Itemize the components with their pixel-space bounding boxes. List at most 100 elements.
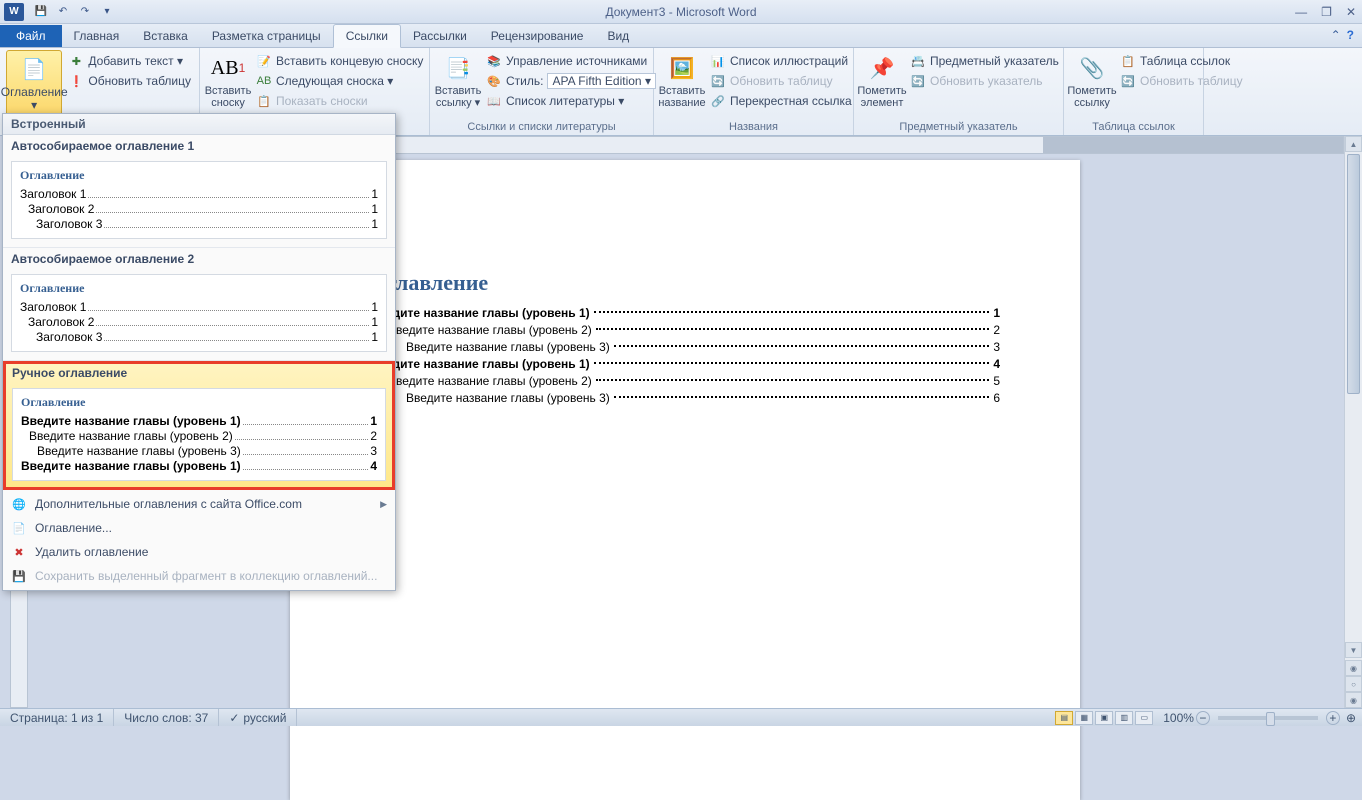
tab-references[interactable]: Ссылки <box>333 24 401 48</box>
tab-view[interactable]: Вид <box>595 25 641 47</box>
manage-sources-icon: 📚 <box>486 53 502 69</box>
update-index-button: 🔄Обновить указатель <box>908 72 1061 90</box>
view-web-button[interactable]: ▣ <box>1095 711 1113 725</box>
proofing-icon: ✓ <box>229 711 239 725</box>
gallery-item-manual[interactable]: Ручное оглавление Оглавление Введите наз… <box>3 361 395 490</box>
qat-redo-icon[interactable]: ↷ <box>76 3 94 21</box>
mark-entry-button[interactable]: 📌 Пометить элемент <box>860 50 904 118</box>
next-footnote-icon: AB <box>256 73 272 89</box>
tab-home[interactable]: Главная <box>62 25 132 47</box>
zoom-out-button[interactable]: − <box>1196 711 1210 725</box>
update-toc-button[interactable]: ❗Обновить таблицу <box>66 72 193 90</box>
qat-undo-icon[interactable]: ↶ <box>54 3 72 21</box>
insert-endnote-button[interactable]: 📝Вставить концевую сноску <box>254 52 425 70</box>
gallery-preview-auto2: Оглавление Заголовок 11Заголовок 21Загол… <box>11 274 387 352</box>
help-icon[interactable]: ? <box>1347 28 1354 42</box>
caption-icon: 🖼️ <box>666 52 698 84</box>
scroll-down-icon[interactable]: ▼ <box>1345 642 1362 658</box>
file-tab[interactable]: Файл <box>0 25 62 47</box>
refresh-icon: ❗ <box>68 73 84 89</box>
next-footnote-button[interactable]: ABСледующая сноска ▾ <box>254 72 425 90</box>
toc-label: Оглавление <box>1 85 68 99</box>
gallery-custom-toc[interactable]: 📄Оглавление... <box>3 516 395 540</box>
insert-caption-button[interactable]: 🖼️ Вставить название <box>660 50 704 118</box>
qat-customize-icon[interactable]: ▾ <box>98 3 116 21</box>
mark-citation-button[interactable]: 📎 Пометить ссылку <box>1070 50 1114 118</box>
gallery-more-office[interactable]: 🌐Дополнительные оглавления с сайта Offic… <box>3 492 395 516</box>
gallery-builtin-header: Встроенный <box>3 114 395 135</box>
view-draft-button[interactable]: ▭ <box>1135 711 1153 725</box>
manage-sources-button[interactable]: 📚Управление источниками <box>484 52 658 70</box>
table-of-figures-button[interactable]: 📊Список иллюстраций <box>708 52 854 70</box>
toc-gallery: Встроенный Автособираемое оглавление 1 О… <box>2 113 396 591</box>
toc-entry[interactable]: Введите название главы (уровень 3)3 <box>370 340 1000 354</box>
toc-entry[interactable]: Введите название главы (уровень 1)1 <box>370 306 1000 320</box>
view-reading-button[interactable]: ▦ <box>1075 711 1093 725</box>
gallery-preview-manual: Оглавление Введите название главы (урове… <box>12 388 386 481</box>
toc-dialog-icon: 📄 <box>11 520 27 536</box>
gallery-preview-auto1: Оглавление Заголовок 11Заголовок 21Загол… <box>11 161 387 239</box>
document-page[interactable]: Оглавление Введите название главы (урове… <box>290 160 1080 800</box>
tab-mailings[interactable]: Рассылки <box>401 25 479 47</box>
ribbon-minimize-icon[interactable]: ⌃ <box>1331 28 1341 42</box>
chevron-right-icon: ▶ <box>380 499 387 510</box>
gallery-remove-toc[interactable]: ✖Удалить оглавление <box>3 540 395 564</box>
endnote-icon: 📝 <box>256 53 272 69</box>
scroll-up-icon[interactable]: ▲ <box>1345 136 1362 152</box>
citation-icon: 📑 <box>442 52 474 84</box>
browse-object-icon[interactable]: ○ <box>1345 676 1362 692</box>
prev-page-icon[interactable]: ◉ <box>1345 660 1362 676</box>
window-title: Документ3 - Microsoft Word <box>605 5 756 19</box>
status-language[interactable]: ✓русский <box>219 709 297 726</box>
insert-citation-button[interactable]: 📑 Вставить ссылку ▾ <box>436 50 480 118</box>
insert-toa-button[interactable]: 📋Таблица ссылок <box>1118 52 1245 70</box>
bibliography-button[interactable]: 📖Список литературы ▾ <box>484 92 658 110</box>
toc-heading: Оглавление <box>370 270 1000 296</box>
scroll-thumb[interactable] <box>1347 154 1360 394</box>
qat-save-icon[interactable]: 💾 <box>32 3 50 21</box>
gallery-item-auto2[interactable]: Автособираемое оглавление 2 Оглавление З… <box>3 248 395 361</box>
zoom-in-button[interactable]: + <box>1326 711 1340 725</box>
footnote-icon: AB1 <box>212 52 244 84</box>
gallery-item-auto1[interactable]: Автособираемое оглавление 1 Оглавление З… <box>3 135 395 248</box>
tab-insert[interactable]: Вставка <box>131 25 200 47</box>
remove-icon: ✖ <box>11 544 27 560</box>
update-index-icon: 🔄 <box>910 73 926 89</box>
update-toa-icon: 🔄 <box>1120 73 1136 89</box>
office-icon: 🌐 <box>11 496 27 512</box>
toc-entry[interactable]: Введите название главы (уровень 1)4 <box>370 357 1000 371</box>
index-icon: 📇 <box>910 53 926 69</box>
vertical-scrollbar[interactable]: ▲ ▼ ◉ ○ ◉ <box>1344 136 1362 708</box>
close-button[interactable]: ✕ <box>1346 5 1356 19</box>
toc-entry[interactable]: Введите название главы (уровень 3)6 <box>370 391 1000 405</box>
cross-reference-button[interactable]: 🔗Перекрестная ссылка <box>708 92 854 110</box>
minimize-button[interactable]: ― <box>1295 5 1307 19</box>
zoom-fit-button[interactable]: ⊕ <box>1346 711 1356 725</box>
group-label-citations: Ссылки и списки литературы <box>430 121 653 133</box>
status-words[interactable]: Число слов: 37 <box>114 709 219 726</box>
zoom-level[interactable]: 100% <box>1163 711 1194 725</box>
insert-index-button[interactable]: 📇Предметный указатель <box>908 52 1061 70</box>
gallery-save-selection: 💾Сохранить выделенный фрагмент в коллекц… <box>3 564 395 588</box>
toc-entry[interactable]: Введите название главы (уровень 2)5 <box>370 374 1000 388</box>
view-print-layout-button[interactable]: ▤ <box>1055 711 1073 725</box>
update-figures-icon: 🔄 <box>710 73 726 89</box>
zoom-slider[interactable] <box>1218 716 1318 720</box>
toc-button[interactable]: 📄 Оглавление▾ <box>6 50 62 118</box>
insert-footnote-button[interactable]: AB1 Вставить сноску <box>206 50 250 118</box>
add-text-button[interactable]: ✚Добавить текст ▾ <box>66 52 193 70</box>
word-icon: W <box>4 3 24 21</box>
next-page-icon[interactable]: ◉ <box>1345 692 1362 708</box>
group-label-toa: Таблица ссылок <box>1064 121 1203 133</box>
status-bar: Страница: 1 из 1 Число слов: 37 ✓русский… <box>0 708 1362 726</box>
mark-citation-icon: 📎 <box>1076 52 1108 84</box>
citation-style-dropdown[interactable]: 🎨Стиль: APA Fifth Edition ▾ <box>484 72 658 90</box>
toc-entry[interactable]: Введите название главы (уровень 2)2 <box>370 323 1000 337</box>
save-selection-icon: 💾 <box>11 568 27 584</box>
tab-layout[interactable]: Разметка страницы <box>200 25 333 47</box>
tab-review[interactable]: Рецензирование <box>479 25 596 47</box>
restore-button[interactable]: ❐ <box>1321 5 1332 19</box>
status-page[interactable]: Страница: 1 из 1 <box>0 709 114 726</box>
view-outline-button[interactable]: ▥ <box>1115 711 1133 725</box>
update-figures-button: 🔄Обновить таблицу <box>708 72 854 90</box>
